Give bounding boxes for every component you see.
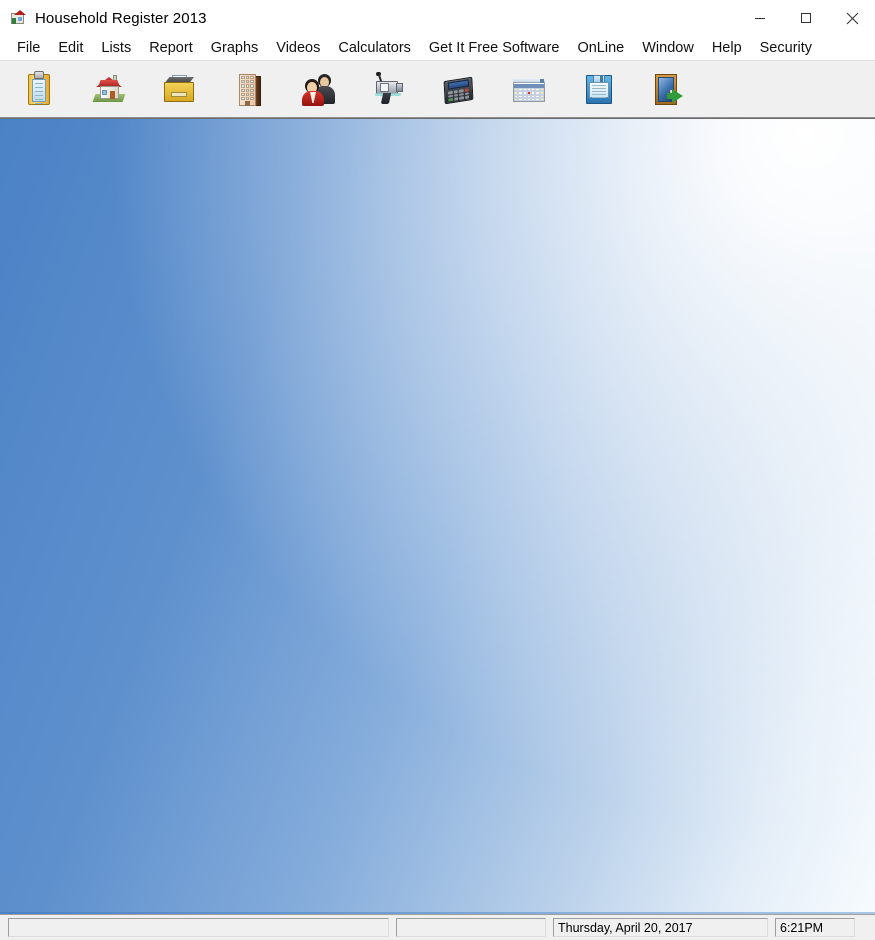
menu-item-file[interactable]: File <box>8 38 49 59</box>
menu-item-online[interactable]: OnLine <box>568 38 633 59</box>
calculator-icon <box>441 70 477 108</box>
menu-item-lists[interactable]: Lists <box>92 38 140 59</box>
menu-item-videos[interactable]: Videos <box>267 38 329 59</box>
status-date-panel: Thursday, April 20, 2017 <box>553 918 768 937</box>
menu-item-security[interactable]: Security <box>751 38 821 59</box>
mdi-client-area[interactable] <box>0 118 875 914</box>
menu-item-calculators[interactable]: Calculators <box>329 38 420 59</box>
calculator-button[interactable] <box>434 66 484 112</box>
maximize-button[interactable] <box>783 0 829 36</box>
menu-item-report[interactable]: Report <box>140 38 202 59</box>
clipboard-icon <box>21 70 57 108</box>
save-button[interactable] <box>574 66 624 112</box>
calendar-button[interactable] <box>504 66 554 112</box>
two-people-icon <box>301 70 337 108</box>
building-icon <box>231 70 267 108</box>
property-button[interactable] <box>224 66 274 112</box>
file-drawer-icon <box>161 70 197 108</box>
exit-button[interactable] <box>644 66 694 112</box>
calendar-icon <box>511 70 547 108</box>
status-secondary-panel <box>396 918 546 937</box>
application-window: Household Register 2013 File Edit Lists … <box>0 0 875 940</box>
minimize-button[interactable] <box>737 0 783 36</box>
exit-door-icon <box>651 70 687 108</box>
menu-bar: File Edit Lists Report Graphs Videos Cal… <box>0 36 875 60</box>
window-title: Household Register 2013 <box>35 9 207 27</box>
toolbar <box>0 60 875 118</box>
menu-item-get-it-free-software[interactable]: Get It Free Software <box>420 38 569 59</box>
house-icon <box>91 70 127 108</box>
floppy-disk-icon <box>581 70 617 108</box>
menu-item-window[interactable]: Window <box>633 38 703 59</box>
status-time-panel: 6:21PM <box>775 918 855 937</box>
files-button[interactable] <box>154 66 204 112</box>
title-bar[interactable]: Household Register 2013 <box>0 0 875 36</box>
people-button[interactable] <box>294 66 344 112</box>
household-button[interactable] <box>84 66 134 112</box>
menu-item-edit[interactable]: Edit <box>49 38 92 59</box>
menu-item-help[interactable]: Help <box>703 38 751 59</box>
videos-button[interactable] <box>364 66 414 112</box>
status-message-panel <box>8 918 389 937</box>
window-controls <box>737 0 875 36</box>
register-button[interactable] <box>14 66 64 112</box>
house-register-icon <box>10 10 26 26</box>
status-bar: Thursday, April 20, 2017 6:21PM <box>0 914 875 940</box>
video-camera-icon <box>371 70 407 108</box>
close-button[interactable] <box>829 0 875 36</box>
menu-item-graphs[interactable]: Graphs <box>202 38 268 59</box>
